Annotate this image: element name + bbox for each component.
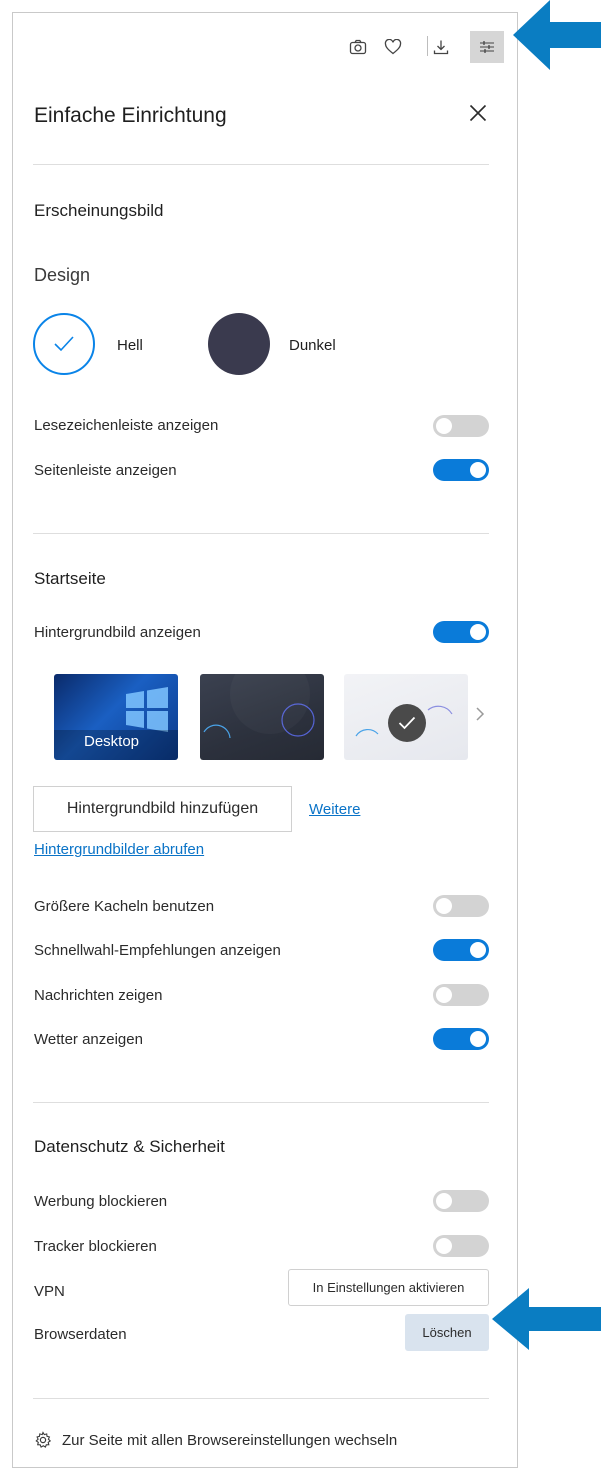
theme-light-option[interactable] (33, 313, 95, 375)
easy-setup-panel: Einfache Einrichtung Erscheinungsbild De… (12, 12, 518, 1468)
selected-check-icon (388, 704, 426, 742)
weather-label: Wetter anzeigen (34, 1031, 143, 1048)
wallpaper-decoration (203, 703, 315, 739)
theme-dark-label: Dunkel (289, 337, 336, 354)
bigger-tiles-toggle[interactable] (433, 895, 489, 917)
wallpaper-label: Hintergrundbild anzeigen (34, 624, 201, 641)
ads-toggle[interactable] (433, 1190, 489, 1212)
vpn-label: VPN (34, 1283, 65, 1300)
all-settings-label: Zur Seite mit allen Browsereinstellungen… (62, 1431, 398, 1449)
close-icon[interactable] (463, 98, 493, 128)
sliders-icon[interactable] (470, 31, 504, 63)
heart-icon[interactable] (379, 33, 407, 61)
more-link[interactable]: Weitere (309, 801, 360, 818)
theme-light-label: Hell (117, 337, 143, 354)
sidebar-label: Seitenleiste anzeigen (34, 462, 177, 479)
divider (33, 533, 489, 534)
bookmarks-bar-toggle[interactable] (433, 415, 489, 437)
section-heading-start: Startseite (34, 569, 106, 588)
theme-dark-option[interactable] (208, 313, 270, 375)
divider (33, 1398, 489, 1399)
wallpaper-toggle[interactable] (433, 621, 489, 643)
windows-logo-icon (126, 687, 168, 732)
sidebar-toggle[interactable] (433, 459, 489, 481)
trackers-toggle[interactable] (433, 1235, 489, 1257)
divider (33, 1102, 489, 1103)
all-settings-link[interactable]: Zur Seite mit allen Browsereinstellungen… (34, 1431, 397, 1449)
arrow-annotation-icon (492, 1288, 601, 1350)
vpn-enable-button[interactable]: In Einstellungen aktivieren (288, 1269, 489, 1306)
news-toggle[interactable] (433, 984, 489, 1006)
add-wallpaper-button[interactable]: Hintergrundbild hinzufügen (33, 786, 292, 832)
panel-title: Einfache Einrichtung (34, 104, 227, 127)
wallpaper-thumb-light[interactable] (344, 674, 468, 760)
thumb-desktop-label: Desktop (84, 733, 140, 750)
camera-icon[interactable] (344, 33, 372, 61)
arrow-annotation-icon (513, 0, 601, 70)
browser-data-label: Browserdaten (34, 1326, 127, 1343)
news-label: Nachrichten zeigen (34, 987, 163, 1004)
wallpaper-thumb-desktop[interactable]: Desktop (54, 674, 178, 760)
weather-toggle[interactable] (433, 1028, 489, 1050)
download-icon[interactable] (427, 33, 455, 61)
ads-label: Werbung blockieren (34, 1193, 168, 1210)
section-heading-privacy: Datenschutz & Sicherheit (34, 1137, 225, 1156)
bigger-tiles-label: Größere Kacheln benutzen (34, 898, 215, 915)
speed-dial-label: Schnellwahl-Empfehlungen anzeigen (34, 942, 281, 959)
clear-data-button[interactable]: Löschen (405, 1314, 489, 1351)
wallpaper-thumb-dark[interactable] (200, 674, 324, 760)
section-heading-appearance: Erscheinungsbild (34, 201, 164, 220)
chevron-right-icon[interactable] (475, 706, 491, 724)
bookmarks-bar-label: Lesezeichenleiste anzeigen (34, 417, 219, 434)
speed-dial-toggle[interactable] (433, 939, 489, 961)
design-label: Design (34, 265, 91, 285)
trackers-label: Tracker blockieren (34, 1238, 157, 1255)
divider (33, 164, 489, 165)
get-wallpapers-link[interactable]: Hintergrundbilder abrufen (34, 841, 204, 858)
gear-icon (35, 1431, 52, 1448)
check-icon (54, 336, 74, 352)
